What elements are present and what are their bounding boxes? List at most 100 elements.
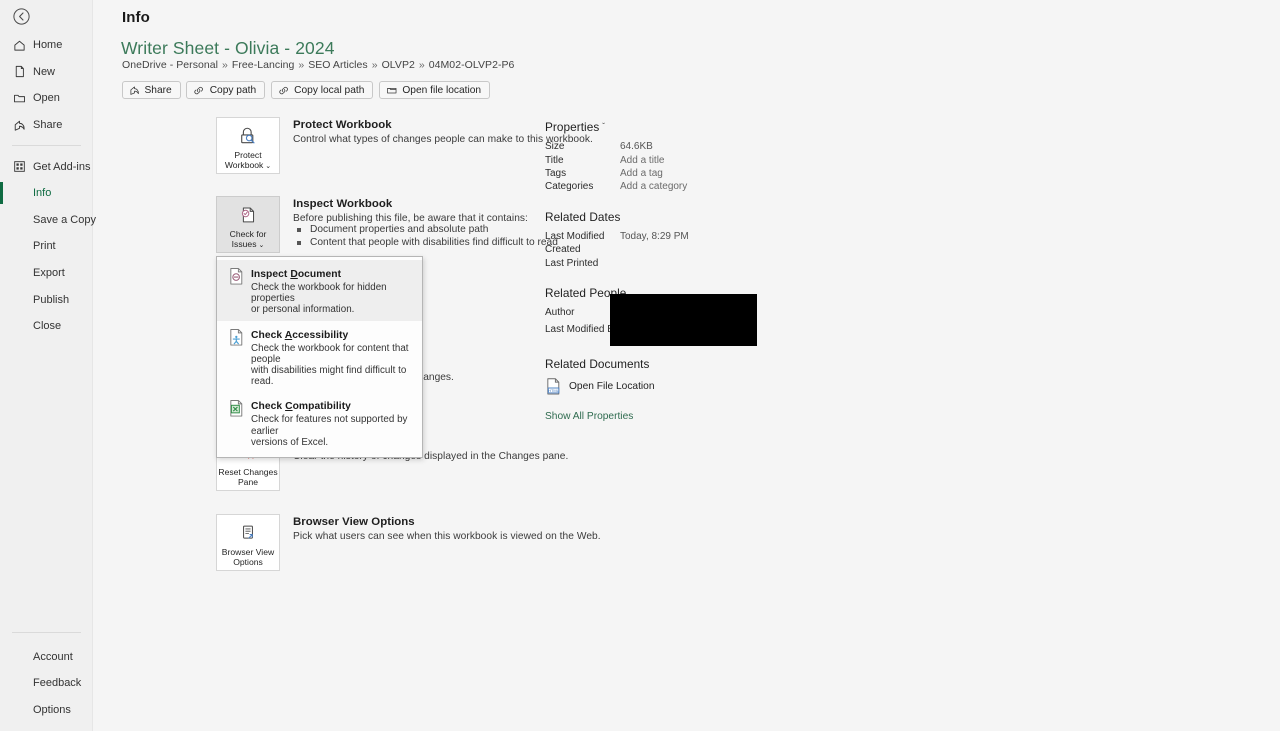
link-icon bbox=[193, 85, 205, 96]
sidebar-item-home[interactable]: Home bbox=[0, 32, 93, 59]
back-button[interactable] bbox=[8, 3, 34, 29]
show-all-properties-link[interactable]: Show All Properties bbox=[545, 411, 845, 422]
tile-label-line2: Issues bbox=[231, 239, 257, 250]
breadcrumb[interactable]: OneDrive - Personal » Free-Lancing » SEO… bbox=[122, 59, 514, 71]
sidebar-item-get-add-ins[interactable]: Get Add-ins bbox=[0, 153, 93, 180]
document-title[interactable]: Writer Sheet - Olivia - 2024 bbox=[121, 38, 335, 59]
sidebar-item-new[interactable]: New bbox=[0, 59, 93, 86]
property-value-title-input[interactable]: Add a title bbox=[620, 155, 664, 166]
inspect-workbook-bullets: Document properties and absolute path Co… bbox=[293, 224, 558, 250]
sidebar-item-label: Open bbox=[33, 92, 60, 105]
title-accesskey: D bbox=[290, 269, 298, 280]
property-key: Size bbox=[545, 141, 565, 153]
sidebar-item-open[interactable]: Open bbox=[0, 85, 93, 112]
backstage-sidebar: Home New Open Share Get Add-ins Info Sav… bbox=[0, 0, 96, 731]
tile-label-line2: Pane bbox=[237, 477, 259, 488]
breadcrumb-item: OneDrive - Personal bbox=[122, 59, 219, 71]
bullet-dot-icon bbox=[297, 228, 301, 232]
sidebar-item-label: Print bbox=[33, 240, 56, 253]
property-row: Created bbox=[545, 243, 845, 256]
open-file-location-link[interactable]: HTML Open File Location bbox=[545, 377, 845, 396]
button-label: Open file location bbox=[402, 84, 482, 96]
property-key: Title bbox=[545, 154, 564, 166]
breadcrumb-item: OLVP2 bbox=[381, 59, 415, 71]
sidebar-item-label: Feedback bbox=[33, 677, 82, 690]
related-dates-heading: Related Dates bbox=[545, 209, 621, 224]
browser-view-options-heading: Browser View Options bbox=[293, 516, 415, 528]
sidebar-item-options[interactable]: Options bbox=[0, 696, 93, 723]
protect-workbook-heading: Protect Workbook bbox=[293, 119, 392, 131]
menu-item-check-accessibility[interactable]: Check Accessibility Check the workbook f… bbox=[217, 321, 422, 393]
menu-item-text: Check Accessibility Check the workbook f… bbox=[246, 325, 416, 388]
menu-item-text: Check Compatibility Check for features n… bbox=[246, 396, 416, 448]
sidebar-divider-bottom bbox=[12, 632, 81, 634]
menu-item-inspect-document[interactable]: Inspect Document Check the workbook for … bbox=[217, 260, 422, 321]
property-key: Last Printed bbox=[545, 257, 599, 269]
breadcrumb-separator: » bbox=[418, 59, 425, 71]
tile-label: Protect Workbook ⌄ bbox=[217, 150, 279, 173]
menu-item-check-compatibility[interactable]: Check Compatibility Check for features n… bbox=[217, 392, 422, 453]
properties-list: Size 64.6KB Title Add a title Tags Add a… bbox=[545, 140, 845, 194]
tile-label-line1: Check for bbox=[229, 229, 267, 239]
excel-backstage-info: Home New Open Share Get Add-ins Info Sav… bbox=[0, 0, 1280, 731]
open-file-location-button[interactable]: Open file location bbox=[378, 81, 491, 99]
inspect-document-icon bbox=[226, 264, 246, 286]
properties-heading[interactable]: Properties ˇ bbox=[545, 120, 845, 134]
sidebar-item-label: Close bbox=[33, 320, 62, 333]
property-value: Today, 8:29 PM bbox=[620, 230, 689, 242]
related-dates-list: Last Modified Today, 8:29 PM Created Las… bbox=[545, 230, 845, 270]
menu-item-title: Inspect Document bbox=[251, 269, 341, 280]
sidebar-item-feedback[interactable]: Feedback bbox=[0, 670, 93, 697]
sidebar-item-label: Info bbox=[33, 187, 52, 200]
share-button[interactable]: Share bbox=[122, 81, 181, 99]
protect-workbook-tile[interactable]: Protect Workbook ⌄ bbox=[216, 117, 280, 174]
property-value-categories-input[interactable]: Add a category bbox=[620, 181, 687, 192]
sidebar-item-account[interactable]: Account bbox=[0, 643, 93, 670]
property-row: Last Modified Today, 8:29 PM bbox=[545, 230, 845, 243]
chevron-down-icon: ˇ bbox=[602, 122, 605, 131]
title-pre: Inspect bbox=[251, 269, 291, 280]
backstage-content: Info Writer Sheet - Olivia - 2024 OneDri… bbox=[93, 0, 1280, 731]
sidebar-item-info[interactable]: Info bbox=[0, 180, 93, 207]
sidebar-item-label: Home bbox=[33, 39, 63, 52]
bullet-text: Content that people with disabilities fi… bbox=[310, 237, 558, 248]
tile-label-line1: Browser View bbox=[221, 547, 275, 557]
sidebar-item-close[interactable]: Close bbox=[0, 313, 93, 340]
check-for-issues-tile[interactable]: Check for Issues ⌄ bbox=[216, 196, 280, 253]
breadcrumb-item: Free-Lancing bbox=[231, 59, 295, 71]
sidebar-item-label: Options bbox=[33, 703, 71, 716]
property-key: Created bbox=[545, 244, 581, 256]
page-title: Info bbox=[122, 9, 150, 26]
tile-label-line2: Options bbox=[233, 557, 263, 568]
desc-line2: versions of Excel. bbox=[251, 436, 329, 448]
sidebar-item-label: Publish bbox=[33, 293, 70, 306]
inspect-workbook-description: Before publishing this file, be aware th… bbox=[293, 213, 528, 224]
open-file-location-label: Open File Location bbox=[569, 381, 655, 393]
sidebar-divider bbox=[12, 145, 81, 147]
properties-pane: Properties ˇ Size 64.6KB Title Add a titl… bbox=[545, 120, 845, 422]
sidebar-item-publish[interactable]: Publish bbox=[0, 286, 93, 313]
desc-line2: with disabilities might find difficult t… bbox=[251, 365, 407, 388]
property-row: Tags Add a tag bbox=[545, 167, 845, 180]
bullet-item: Content that people with disabilities fi… bbox=[293, 237, 558, 250]
sidebar-nav: Home New Open Share Get Add-ins Info Sav… bbox=[0, 32, 96, 340]
copy-path-button[interactable]: Copy path bbox=[186, 81, 266, 99]
share-icon bbox=[129, 85, 140, 96]
sidebar-bottom-nav: Account Feedback Options bbox=[0, 625, 93, 723]
folder-icon bbox=[386, 85, 398, 96]
sidebar-item-print[interactable]: Print bbox=[0, 233, 93, 260]
browser-view-options-tile[interactable]: Browser View Options bbox=[216, 514, 280, 571]
svg-text:HTML: HTML bbox=[548, 388, 560, 393]
desc-line1: Check for features not supported by earl… bbox=[251, 414, 408, 437]
sidebar-item-share[interactable]: Share bbox=[0, 112, 93, 139]
sidebar-item-label: Export bbox=[33, 267, 65, 280]
copy-local-path-button[interactable]: Copy local path bbox=[270, 81, 374, 99]
sidebar-item-label: Save a Copy bbox=[33, 213, 96, 226]
property-key: Tags bbox=[545, 167, 567, 179]
sidebar-item-save-a-copy[interactable]: Save a Copy bbox=[0, 207, 96, 234]
property-key: Author bbox=[545, 306, 575, 318]
property-value-tags-input[interactable]: Add a tag bbox=[620, 168, 663, 179]
property-row: Size 64.6KB bbox=[545, 140, 845, 153]
tile-label: Browser View Options bbox=[217, 547, 279, 568]
sidebar-item-export[interactable]: Export bbox=[0, 260, 93, 287]
